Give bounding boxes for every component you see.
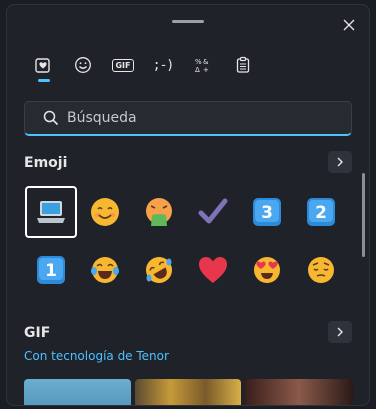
heart-clipboard-icon [35, 58, 50, 73]
category-tabs: GIF ;-) % & Δ + [23, 50, 263, 82]
keycap-3-emoji-icon: 3 [253, 198, 281, 226]
tab-emoji[interactable] [63, 50, 103, 80]
keycap-1-emoji-icon: 1 [37, 256, 65, 284]
gif-thumbnail[interactable] [135, 379, 241, 405]
tenor-attribution-link[interactable]: Con tecnología de Tenor [24, 349, 169, 363]
keycap-2-emoji-icon: 2 [307, 198, 335, 226]
close-button[interactable] [337, 13, 361, 37]
close-icon [343, 19, 355, 31]
emoji-tears-of-joy[interactable] [79, 244, 131, 296]
svg-text:+: + [203, 66, 209, 74]
emoji-section-title: Emoji [24, 155, 68, 171]
symbols-icon: % & Δ + [195, 58, 209, 74]
emoji-check-mark[interactable] [187, 186, 239, 238]
svg-text:&: & [203, 58, 209, 66]
chevron-right-icon [337, 327, 343, 337]
emoji-red-heart[interactable] [187, 244, 239, 296]
tab-gif[interactable]: GIF [103, 50, 143, 80]
emoji-panel: GIF ;-) % & Δ + Búsqueda Emoji 3 2 1 GIF… [6, 4, 370, 406]
tab-favorites[interactable] [23, 50, 63, 82]
rolling-laughing-emoji-icon [146, 257, 172, 283]
kaomoji-tab-label: ;-) [152, 57, 175, 73]
emoji-keycap-2[interactable]: 2 [295, 186, 347, 238]
search-input[interactable] [67, 110, 351, 126]
emoji-grid: 3 2 1 [25, 186, 349, 302]
gif-thumbnail[interactable] [245, 379, 353, 405]
pensive-face-emoji-icon [308, 257, 334, 283]
search-icon [43, 109, 61, 127]
svg-text:3: 3 [261, 203, 273, 223]
emoji-rolling-laughing[interactable] [133, 244, 185, 296]
check-mark-emoji-icon [198, 198, 228, 224]
smiling-face-emoji-icon [91, 198, 119, 226]
heart-eyes-emoji-icon [254, 257, 280, 283]
emoji-heart-eyes[interactable] [241, 244, 293, 296]
red-heart-emoji-icon [199, 257, 227, 283]
clipboard-icon [236, 56, 250, 73]
drag-handle[interactable] [172, 20, 204, 23]
svg-text:Δ: Δ [195, 66, 200, 74]
search-box [24, 101, 352, 136]
vomiting-face-emoji-icon [146, 198, 172, 226]
emoji-laptop[interactable] [25, 186, 77, 238]
emoji-smiling-face[interactable] [79, 186, 131, 238]
chevron-right-icon [337, 157, 343, 167]
tab-symbols[interactable]: % & Δ + [183, 50, 223, 80]
tab-clipboard[interactable] [223, 50, 263, 80]
emoji-keycap-3[interactable]: 3 [241, 186, 293, 238]
emoji-pensive-face[interactable] [295, 244, 347, 296]
svg-text:%: % [195, 58, 202, 66]
gif-thumbnail[interactable] [24, 379, 131, 405]
gif-tab-label: GIF [112, 58, 134, 72]
smiley-icon [75, 57, 91, 73]
emoji-expand-button[interactable] [328, 151, 352, 173]
scrollbar-thumb[interactable] [362, 173, 365, 257]
svg-text:2: 2 [315, 203, 327, 223]
tears-of-joy-emoji-icon [91, 257, 119, 283]
gif-section-title: GIF [24, 325, 51, 341]
tab-kaomoji[interactable]: ;-) [143, 50, 183, 80]
emoji-keycap-1[interactable]: 1 [25, 244, 77, 296]
emoji-vomiting-face[interactable] [133, 186, 185, 238]
svg-text:1: 1 [45, 261, 57, 281]
gif-expand-button[interactable] [328, 321, 352, 343]
laptop-emoji-icon [37, 201, 65, 223]
